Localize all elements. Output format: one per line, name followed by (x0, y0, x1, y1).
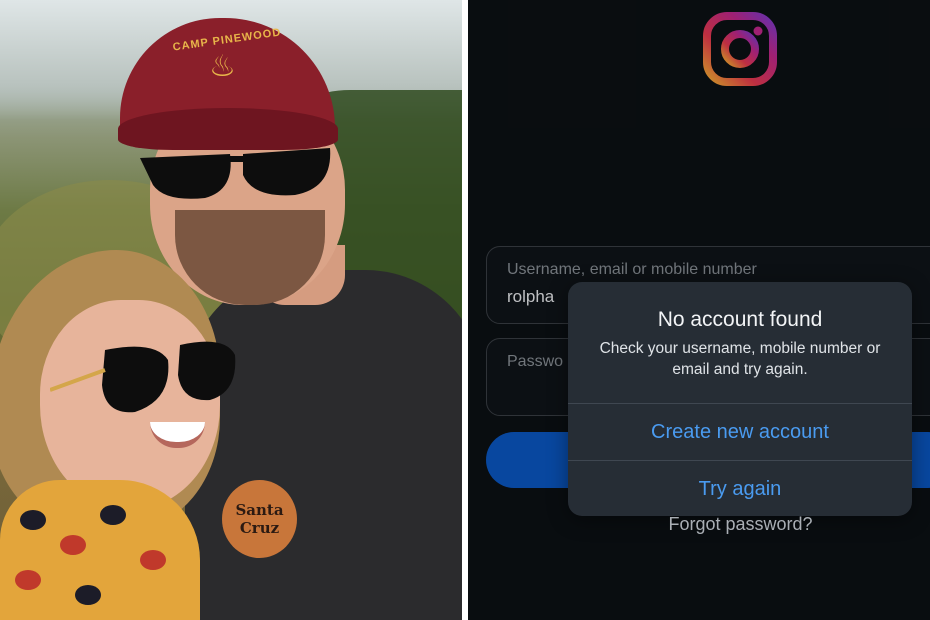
instagram-login-screen: Username, email or mobile number rolpha … (468, 0, 930, 620)
shirt-logo-line1: Santa (235, 501, 284, 519)
forgot-password-link[interactable]: Forgot password? (468, 514, 930, 535)
woman-sunglasses (50, 341, 236, 413)
create-account-button[interactable]: Create new account (568, 404, 912, 460)
man-sunglasses (140, 148, 331, 199)
campfire-icon: ♨ (209, 50, 236, 83)
selfie-photo: CAMP PINEWOOD ♨ Santa Cruz (0, 0, 462, 620)
shirt-logo-line2: Cruz (239, 519, 280, 537)
woman-patterned-top (0, 480, 200, 620)
try-again-button[interactable]: Try again (568, 461, 912, 517)
dialog-message: Check your username, mobile number or em… (599, 340, 881, 378)
shirt-logo: Santa Cruz (222, 480, 297, 558)
man-shirt (185, 270, 462, 620)
no-account-dialog: No account found Check your username, mo… (568, 282, 912, 516)
dialog-title: No account found (657, 308, 823, 331)
